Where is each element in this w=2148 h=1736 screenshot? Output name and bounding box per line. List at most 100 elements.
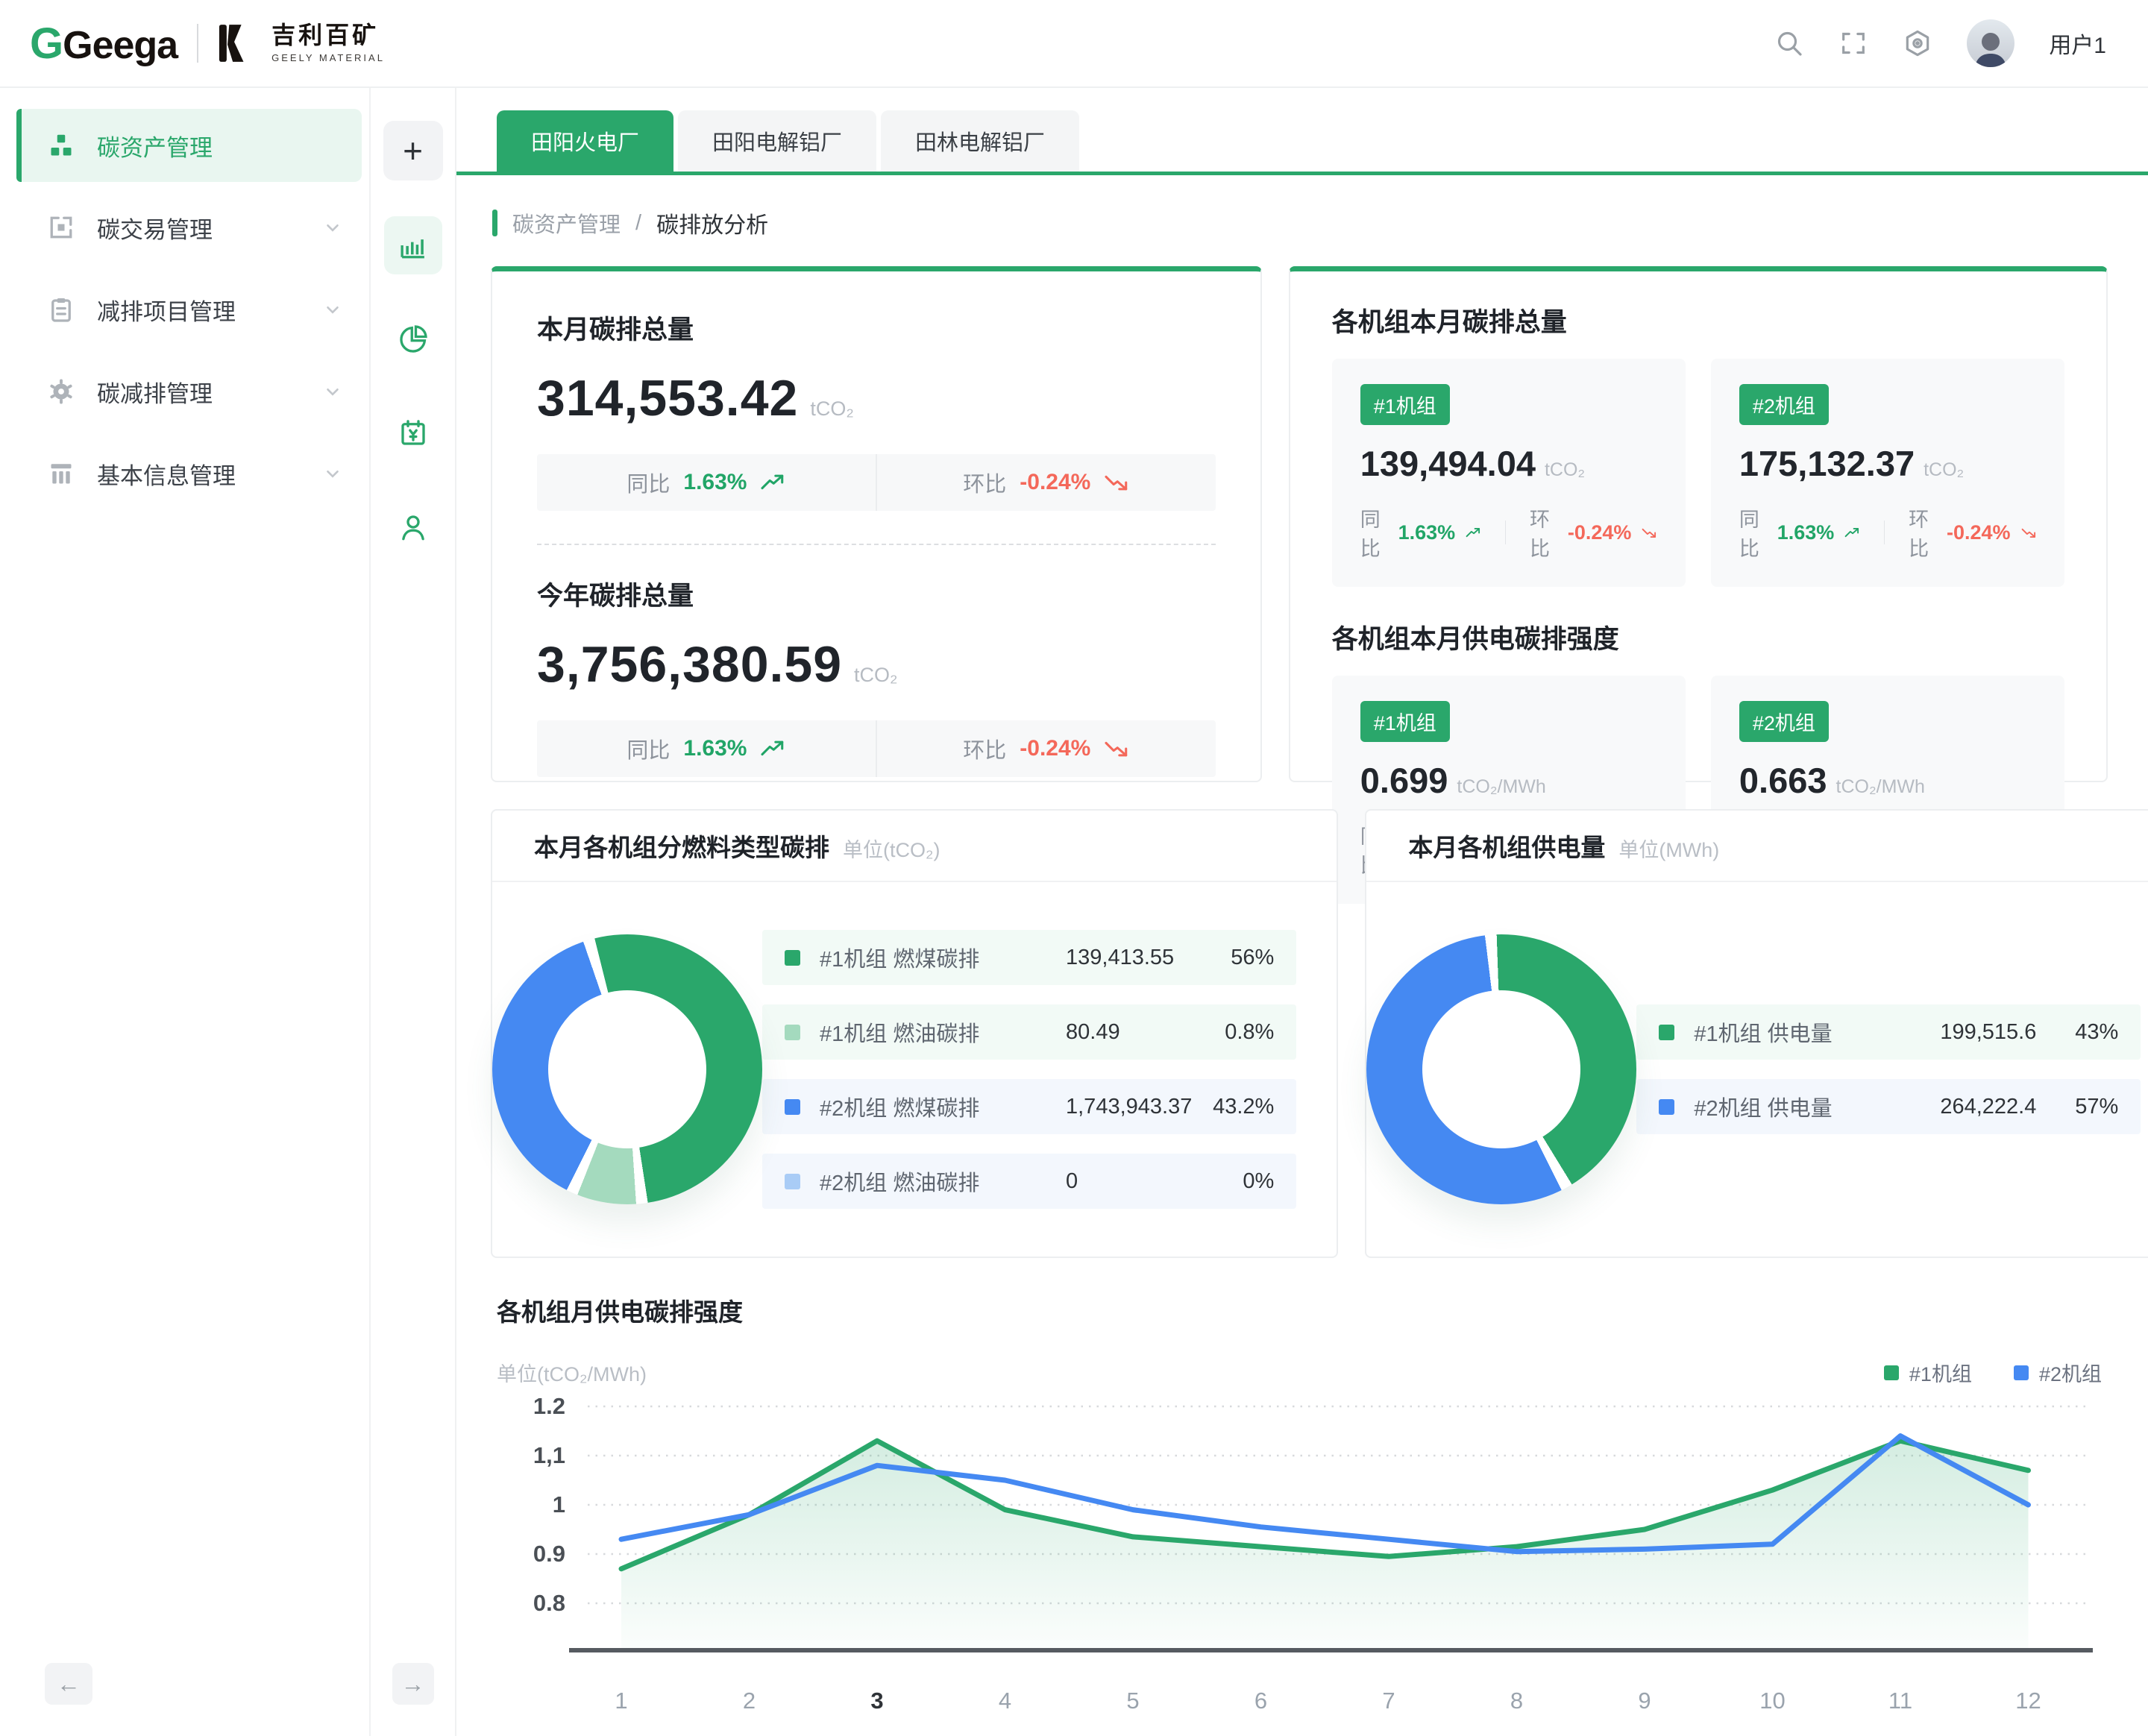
legend-pct: 57% (2036, 1095, 2118, 1119)
chevron-down-icon[interactable] (323, 382, 342, 401)
collapse-sidebar-button[interactable]: ← (45, 1663, 92, 1705)
sidebar-item-carbon-reduction[interactable]: 碳减排管理 (16, 355, 362, 428)
sidebar-item-reduction-projects[interactable]: 减排项目管理 (16, 273, 362, 346)
legend-pct: 56% (1192, 946, 1274, 970)
yoy-label: 同比 (1360, 503, 1388, 562)
legend-value: 264,222.4 (1940, 1095, 2036, 1119)
legend-value: 80.49 (1066, 1020, 1192, 1045)
accent-bar (16, 437, 22, 510)
swatch-green (1884, 1365, 1899, 1380)
breadcrumb-section[interactable]: 碳资产管理 (512, 207, 621, 239)
legend-row: #1机组 供电量 199,515.6 43% (1636, 1004, 2141, 1060)
yoy-value: 1.63% (683, 470, 747, 495)
breadcrumb-page: 碳排放分析 (656, 207, 768, 239)
sidebar-item-basic-info[interactable]: 基本信息管理 (16, 437, 362, 510)
legend-pct: 43.2% (1192, 1095, 1274, 1119)
trend-down-icon (2021, 523, 2036, 542)
rail-item-analysis[interactable] (384, 216, 442, 274)
sidebar-item-carbon-assets[interactable]: 碳资产管理 (16, 109, 362, 182)
unit-badge: #1机组 (1360, 384, 1450, 425)
fuel-card-body: #1机组 燃煤碳排 139,413.55 56% #1机组 燃油碳排 80.49… (492, 882, 1337, 1257)
trade-icon (48, 214, 75, 241)
swatch-light-green (785, 1025, 800, 1040)
fullscreen-icon[interactable] (1838, 28, 1868, 58)
trend-line-chart[interactable]: 1.21,110.90.8123456789101112 (491, 1391, 2108, 1736)
tab-tianlin-aluminum[interactable]: 田林电解铝厂 (881, 110, 1079, 172)
supply-donut-chart[interactable] (1366, 934, 1636, 1204)
fuel-legend: #1机组 燃煤碳排 139,413.55 56% #1机组 燃油碳排 80.49… (762, 911, 1337, 1228)
legend-row: #2机组 燃油碳排 0 0% (762, 1154, 1296, 1209)
trend-legend: #1机组 #2机组 (1884, 1358, 2102, 1387)
svg-text:11: 11 (1888, 1688, 1912, 1714)
trend-up-icon (760, 738, 785, 759)
trend-down-icon (1642, 523, 1656, 542)
search-icon[interactable] (1774, 28, 1804, 58)
supply-card-title: 本月各机组供电量 (1408, 828, 1605, 864)
legend-label: #1机组 燃油碳排 (820, 1016, 1066, 1048)
svg-text:5: 5 (1126, 1688, 1139, 1714)
rail-item-user[interactable] (384, 498, 442, 556)
legend-label: #2机组 燃煤碳排 (820, 1091, 1066, 1122)
legend-item-unit2[interactable]: #2机组 (2014, 1358, 2102, 1387)
year-emission-title: 今年碳排总量 (537, 575, 1216, 613)
yoy-cell: 同比 1.63% (537, 467, 876, 498)
geely-material-wordmark: 吉利百矿 GEELY MATERIAL (271, 23, 385, 63)
legend-label: #2机组 供电量 (1694, 1091, 1940, 1122)
donut-wrap (1366, 934, 1636, 1204)
mom-value: -0.24% (1020, 736, 1090, 761)
units-emission-grid: #1机组 139,494.04 tCO₂ 同比 1.63% 环比 -0.24% (1332, 359, 2064, 587)
fuel-donut-chart[interactable] (492, 934, 762, 1204)
mom-label: 环比 (963, 733, 1006, 764)
pie-chart-icon (398, 324, 429, 355)
yoy-value: 1.63% (1398, 521, 1456, 544)
svg-text:10: 10 (1759, 1688, 1785, 1714)
user-name[interactable]: 用户1 (2049, 27, 2106, 60)
unit-value-row: 139,494.04 tCO₂ (1360, 443, 1657, 484)
legend-value: 199,515.6 (1940, 1020, 2036, 1045)
unit-badge: #2机组 (1739, 701, 1829, 742)
fuel-card-header: 本月各机组分燃料类型碳排 单位(tCO₂) (492, 811, 1337, 882)
chevron-down-icon[interactable] (323, 300, 342, 319)
sidebar-item-carbon-trading[interactable]: 碳交易管理 (16, 191, 362, 264)
rail-item-billing[interactable] (384, 404, 442, 462)
svg-text:8: 8 (1510, 1688, 1523, 1714)
trend-section: 各机组月供电碳排强度 单位(tCO₂/MWh) #1机组 #2机组 1.21,1… (491, 1292, 2108, 1736)
supply-card: 本月各机组供电量 单位(MWh) #1机组 供电量 199,515.6 43% (1365, 809, 2148, 1258)
breadcrumb: 碳资产管理 / 碳排放分析 (492, 207, 2108, 239)
trend-meta: 单位(tCO₂/MWh) #1机组 #2机组 (497, 1358, 2102, 1387)
breadcrumb-accent-bar (492, 210, 497, 236)
settings-icon[interactable] (1903, 28, 1932, 58)
month-emission-unit: tCO₂ (810, 397, 853, 421)
trend-up-icon (1844, 523, 1859, 542)
legend-pct: 0% (1192, 1169, 1274, 1194)
rail-footer: → (392, 1663, 434, 1705)
legend-item-unit1[interactable]: #1机组 (1884, 1358, 1972, 1387)
legend-row: #1机组 燃油碳排 80.49 0.8% (762, 1004, 1296, 1060)
unit-unit: tCO₂ (1545, 459, 1585, 481)
expand-panel-button[interactable]: → (392, 1663, 434, 1705)
header-actions: 用户1 (1774, 19, 2106, 67)
legend-label: #1机组 (1909, 1358, 1972, 1387)
brand-cn: 吉利百矿 (271, 23, 385, 48)
invoice-yuan-icon (398, 418, 429, 449)
trend-title: 各机组月供电碳排强度 (497, 1292, 2108, 1328)
fuel-card-unit: 单位(tCO₂) (843, 834, 940, 863)
unit-unit: tCO₂/MWh (1457, 776, 1545, 798)
add-button[interactable]: + (383, 121, 443, 180)
tab-tianyang-thermal[interactable]: 田阳火电厂 (497, 110, 673, 172)
legend-label: #2机组 (2039, 1358, 2102, 1387)
chevron-down-icon[interactable] (323, 218, 342, 237)
mom-value: -0.24% (1020, 470, 1090, 495)
svg-text:7: 7 (1382, 1688, 1395, 1714)
chevron-down-icon[interactable] (323, 464, 342, 483)
avatar[interactable] (1967, 19, 2014, 67)
year-emission-unit: tCO₂ (854, 664, 897, 687)
legend-pct: 43% (2036, 1020, 2118, 1045)
plant-tabs: 田阳火电厂 田阳电解铝厂 田林电解铝厂 (497, 110, 2108, 172)
svg-text:0.9: 0.9 (533, 1541, 565, 1567)
rail-item-pie-report[interactable] (384, 310, 442, 368)
units-card: 各机组本月碳排总量 #1机组 139,494.04 tCO₂ 同比 1.63% (1289, 266, 2108, 782)
sidebar: 碳资产管理 碳交易管理 减排项目管理 (0, 88, 371, 1736)
tab-tianyang-aluminum[interactable]: 田阳电解铝厂 (678, 110, 876, 172)
mom-label: 环比 (1909, 503, 1936, 562)
